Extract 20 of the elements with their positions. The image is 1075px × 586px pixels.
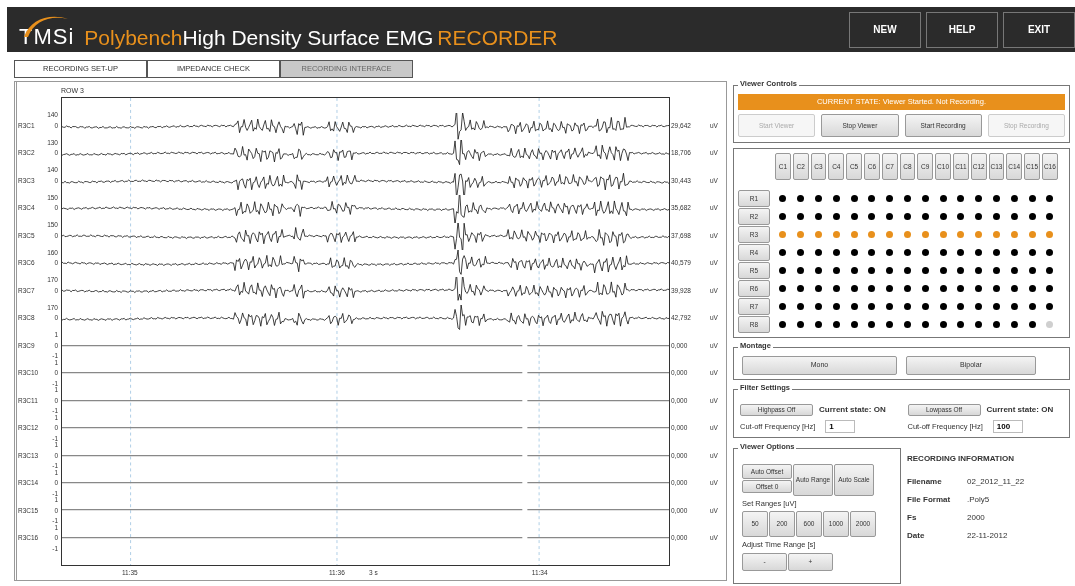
info-title: RECORDING INFORMATION <box>907 453 1015 465</box>
info-value: .Poly5 <box>967 494 990 506</box>
title-text: RECORDER <box>437 27 558 48</box>
header-button[interactable]: NEW <box>849 11 921 48</box>
info-label: Fs <box>907 512 918 524</box>
logo-text: TMSi <box>19 26 75 48</box>
info-label: Filename <box>907 476 943 488</box>
cutoff-field[interactable]: 1 <box>825 420 856 433</box>
info-label: File Format <box>907 494 952 506</box>
info-label: Date <box>907 530 926 542</box>
info-value: 22-11-2012 <box>967 530 1008 542</box>
info-value: 02_2012_11_22 <box>967 476 1025 488</box>
title-text: High Density Surface EMG <box>182 27 434 48</box>
info-value: 2000 <box>967 512 985 524</box>
filter-state: Current state: ON <box>819 404 886 416</box>
filter-state: Current state: ON <box>986 404 1054 416</box>
header-button[interactable]: EXIT <box>1003 11 1075 48</box>
title-text: Polybench <box>84 27 183 48</box>
cutoff-field[interactable]: 100 <box>992 420 1023 433</box>
header-button[interactable]: HELP <box>926 11 998 48</box>
